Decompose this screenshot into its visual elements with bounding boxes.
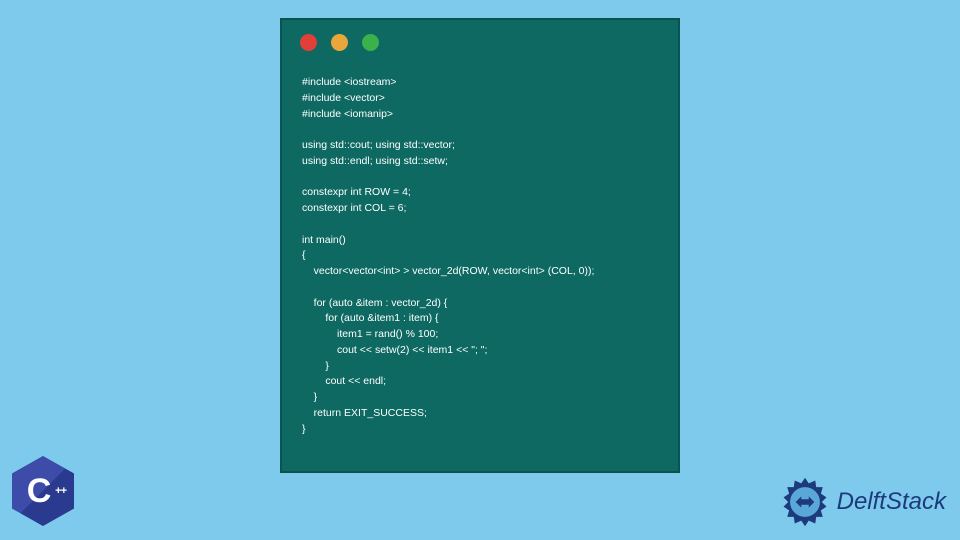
- cpp-letter: C: [27, 472, 52, 511]
- cpp-plus: ++: [55, 485, 66, 497]
- traffic-lights: [282, 20, 678, 59]
- minimize-icon: [331, 34, 348, 51]
- code-window: #include <iostream> #include <vector> #i…: [280, 18, 680, 473]
- cpp-logo: C ++: [12, 456, 84, 538]
- cpp-hexagon-icon: C ++: [12, 456, 74, 526]
- gear-icon: [777, 474, 833, 530]
- close-icon: [300, 34, 317, 51]
- code-block: #include <iostream> #include <vector> #i…: [282, 59, 678, 457]
- maximize-icon: [362, 34, 379, 51]
- delftstack-text: DelftStack: [837, 488, 946, 516]
- delftstack-logo: DelftStack: [777, 474, 946, 530]
